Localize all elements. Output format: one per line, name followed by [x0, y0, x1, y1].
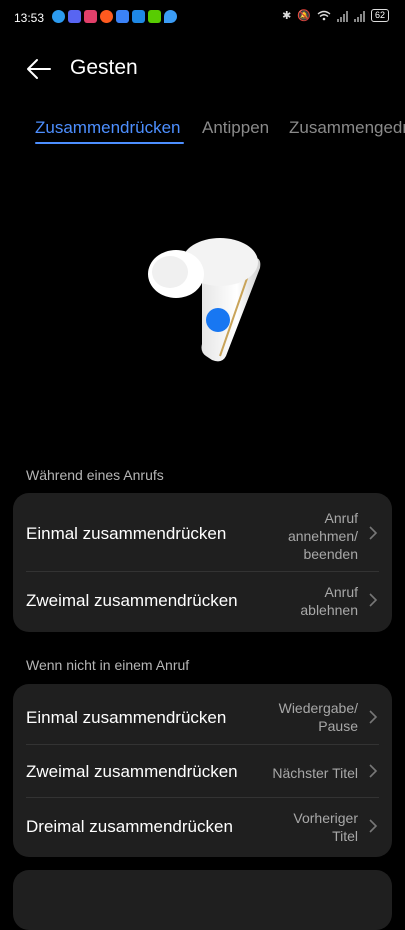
battery-indicator: 62: [370, 9, 389, 22]
mute-bell-icon: 🔕: [297, 10, 311, 22]
signal-icon: [336, 10, 348, 22]
status-bar: 13:53 ✱ 🔕 62: [0, 0, 405, 36]
settings-card-partial: [13, 870, 392, 930]
row-value: Anruf ablehnen: [300, 584, 358, 618]
settings-row[interactable]: Dreimal zusammendrücken Vorheriger Titel: [13, 798, 392, 857]
tab-bar: Zusammendrücken Antippen Zusammengedrück…: [0, 116, 405, 152]
signal-icon-2: [353, 10, 365, 22]
mail-icon: [116, 10, 129, 23]
settings-row[interactable]: Zweimal zusammendrücken Anruf ablehnen: [13, 572, 392, 632]
section-title-during-call: Während eines Anrufs: [26, 467, 164, 483]
earbud-illustration: [148, 238, 261, 362]
app-icon-pink: [84, 10, 97, 23]
row-value: Wiedergabe/ Pause: [278, 700, 358, 734]
row-value: Anruf annehmen/ beenden: [287, 510, 358, 562]
status-time: 13:53: [14, 11, 45, 25]
settings-row[interactable]: Einmal zusammendrücken Wiedergabe/ Pause: [13, 684, 392, 744]
tab-zusammengedrueckt-halten[interactable]: Zusammengedrückt halten: [289, 118, 405, 138]
discord-icon: [68, 10, 81, 23]
row-label: Einmal zusammendrücken: [26, 524, 227, 543]
maps-icon: [164, 10, 177, 23]
header: Gesten: [0, 46, 405, 90]
notification-icons: [52, 10, 177, 23]
chevron-right-icon: [369, 593, 378, 607]
reddit-icon: [100, 10, 113, 23]
chevron-right-icon: [369, 819, 378, 833]
row-label: Zweimal zusammendrücken: [26, 591, 238, 610]
chevron-right-icon: [369, 764, 378, 778]
tab-zusammendruecken[interactable]: Zusammendrücken: [35, 118, 181, 138]
bluetooth-icon: ✱: [282, 10, 292, 22]
duolingo-icon: [148, 10, 161, 23]
chevron-right-icon: [369, 526, 378, 540]
row-label: Einmal zusammendrücken: [26, 708, 227, 727]
back-button[interactable]: [24, 54, 54, 84]
settings-card-not-in-call: Einmal zusammendrücken Wiedergabe/ Pause…: [13, 684, 392, 857]
row-label: Dreimal zusammendrücken: [26, 817, 233, 836]
tab-active-indicator: [35, 142, 184, 144]
row-value: Vorheriger Titel: [293, 810, 358, 844]
row-label: Zweimal zusammendrücken: [26, 762, 238, 781]
row-value: Nächster Titel: [272, 765, 358, 781]
squeeze-point-marker: [206, 308, 230, 332]
app-icon-blue: [132, 10, 145, 23]
settings-row[interactable]: Einmal zusammendrücken Anruf annehmen/ b…: [13, 493, 392, 571]
page-title: Gesten: [70, 56, 138, 79]
chevron-right-icon: [369, 710, 378, 724]
settings-card-during-call: Einmal zusammendrücken Anruf annehmen/ b…: [13, 493, 392, 632]
status-indicators: ✱ 🔕 62: [282, 9, 389, 22]
skype-icon: [52, 10, 65, 23]
wifi-icon: [317, 10, 331, 21]
section-title-not-in-call: Wenn nicht in einem Anruf: [26, 657, 190, 673]
arrow-left-icon: [27, 59, 51, 79]
tab-antippen[interactable]: Antippen: [202, 118, 269, 138]
settings-row[interactable]: Zweimal zusammendrücken Nächster Titel: [13, 745, 392, 797]
